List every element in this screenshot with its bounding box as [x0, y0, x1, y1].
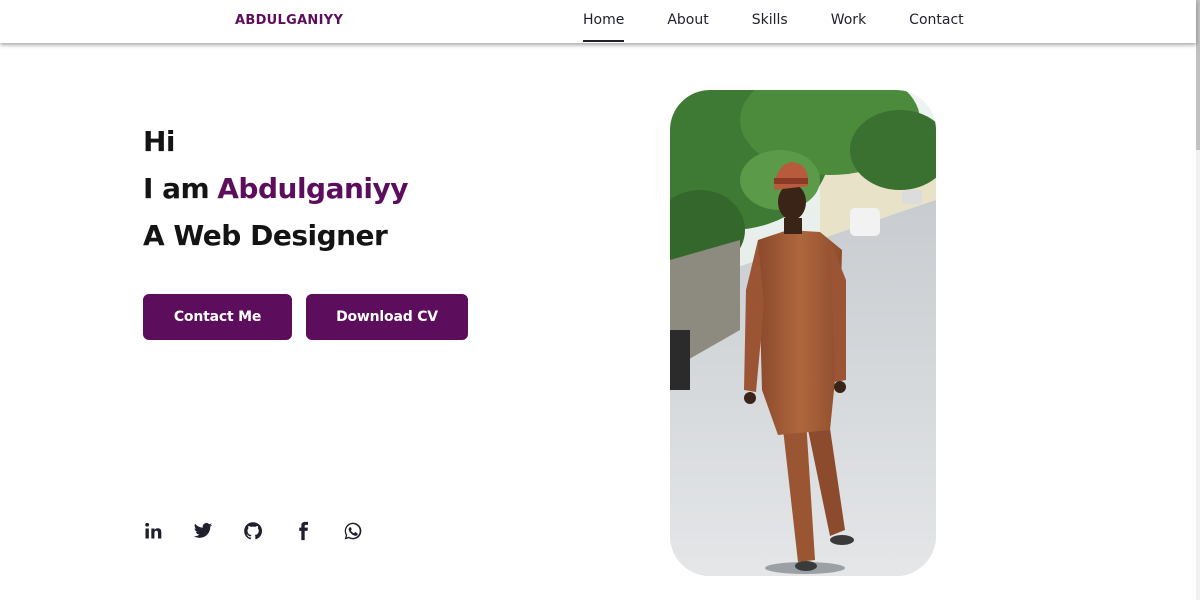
page-scrollbar[interactable] — [1196, 0, 1200, 600]
scrollbar-thumb[interactable] — [1196, 0, 1200, 150]
nav-link-work[interactable]: Work — [831, 0, 866, 43]
nav-link-home[interactable]: Home — [583, 0, 625, 43]
nav-link-skills[interactable]: Skills — [752, 0, 788, 43]
hero-intro: I am Abdulganiyy — [143, 165, 409, 212]
nav-link-contact[interactable]: Contact — [909, 0, 963, 43]
social-links — [143, 520, 393, 542]
hero-section: Hi I am Abdulganiyy A Web Designer — [143, 118, 409, 259]
twitter-icon[interactable] — [193, 520, 213, 542]
hero-role: A Web Designer — [143, 219, 388, 252]
linkedin-icon[interactable] — [143, 520, 163, 542]
profile-photo — [670, 90, 936, 576]
site-header: ABDULGANIYY Home About Skills Work Conta… — [0, 0, 1196, 43]
contact-me-button[interactable]: Contact Me — [143, 294, 292, 340]
hero-name: Abdulganiyy — [217, 172, 409, 205]
download-cv-button[interactable]: Download CV — [306, 294, 468, 340]
whatsapp-icon[interactable] — [343, 520, 363, 542]
github-icon[interactable] — [243, 520, 263, 542]
hero-greeting: Hi — [143, 125, 176, 158]
site-logo[interactable]: ABDULGANIYY — [235, 13, 343, 28]
main-nav: Home About Skills Work Contact — [583, 0, 1007, 43]
hero-intro-prefix: I am — [143, 172, 210, 205]
nav-link-about[interactable]: About — [667, 0, 708, 43]
facebook-icon[interactable] — [293, 520, 313, 542]
